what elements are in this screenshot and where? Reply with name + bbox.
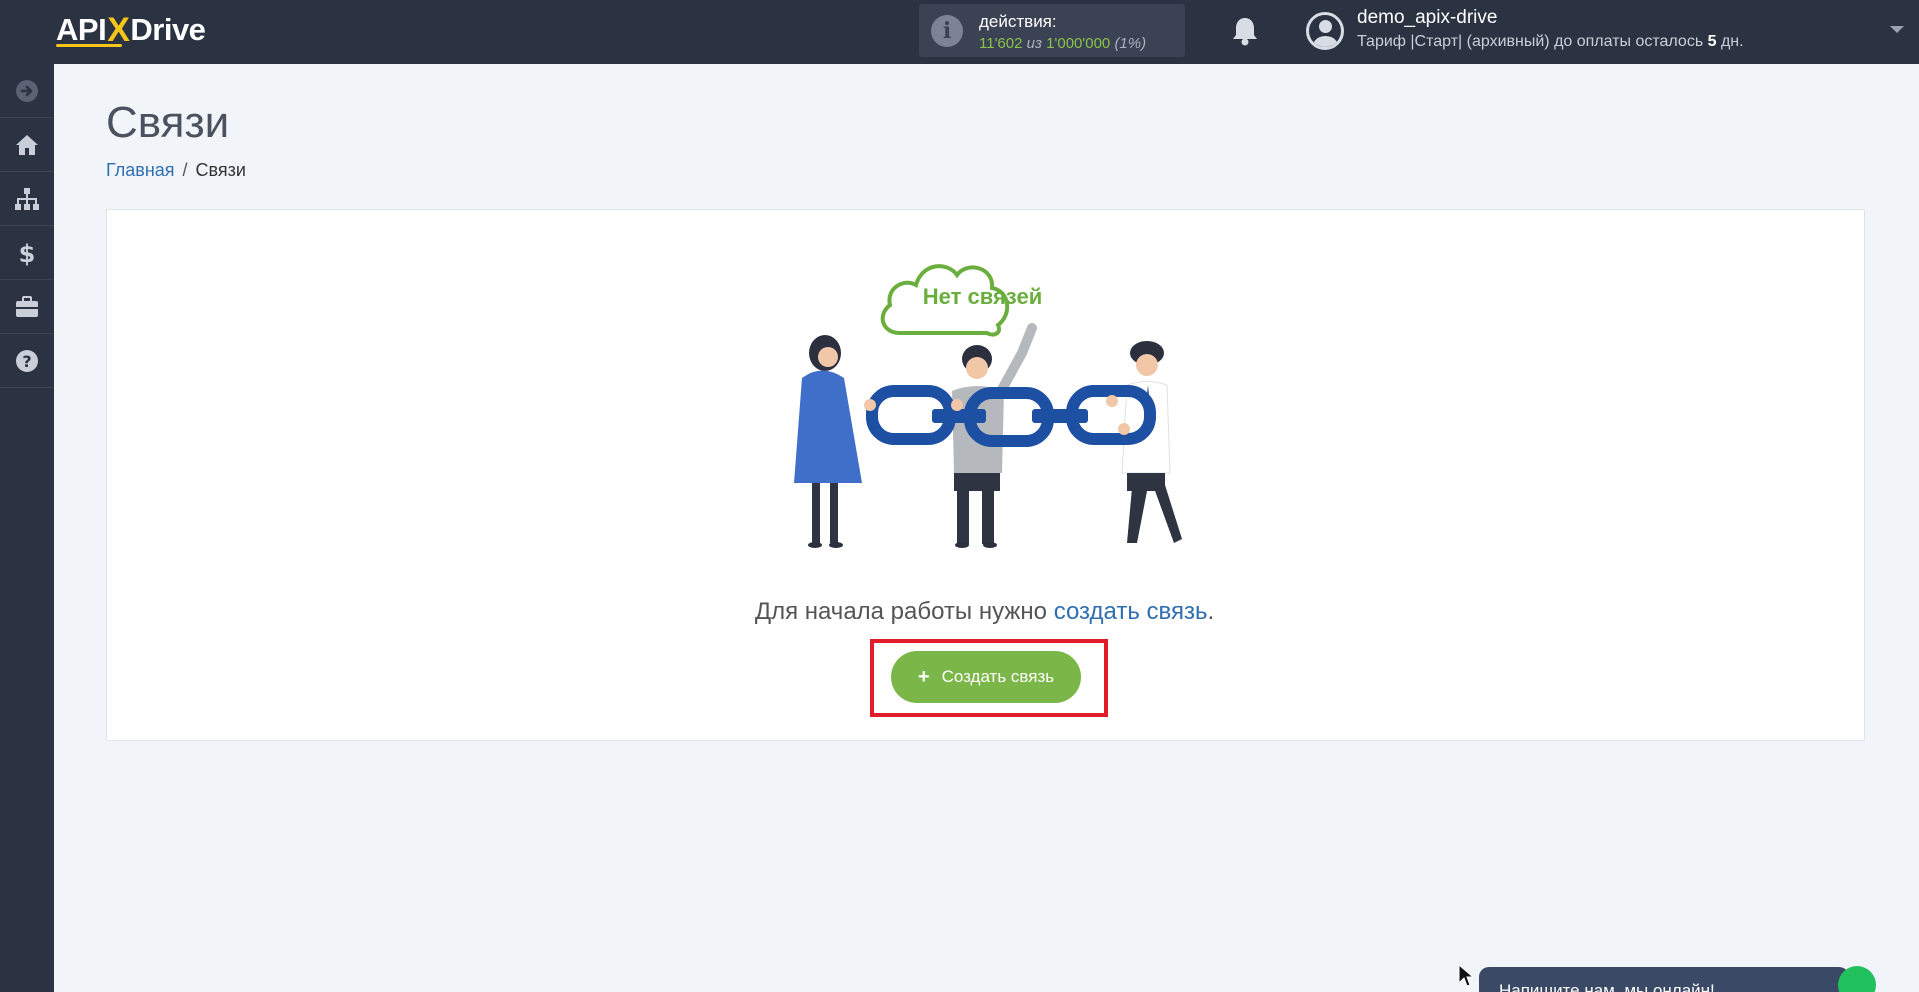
actions-percent: (1%) [1114,35,1147,52]
sidebar-item-services[interactable] [0,280,54,334]
plus-icon: + [917,665,930,688]
logo-suffix: Drive [130,12,206,47]
hint-period: . [1207,598,1215,625]
tariff-suffix: дн. [1720,33,1744,50]
bell-icon[interactable] [1231,16,1259,46]
breadcrumb: Главная / Связи [106,160,246,181]
arrow-right-circle-icon [16,79,38,102]
svg-text:?: ? [22,352,31,371]
create-connection-button[interactable]: + Создать связь [891,651,1081,703]
info-icon: i [931,15,963,47]
actions-separator: из [1026,35,1042,52]
breadcrumb-current: Связи [195,160,246,180]
actions-value: 11'602 из 1'000'000 (1%) [979,35,1146,52]
top-bar: API X Drive i действия: 11'602 из 1'000'00… [0,0,1919,64]
create-connection-button-label: Создать связь [941,667,1055,686]
chevron-down-icon[interactable] [1890,26,1904,33]
no-connections-cloud-label: Нет связей [922,284,1043,309]
home-icon [16,134,38,155]
logo-underline [56,44,122,47]
mouse-cursor-icon [1458,964,1474,987]
breadcrumb-separator: / [182,160,188,180]
page-title: Связи [106,98,230,147]
svg-text:$: $ [19,240,36,266]
sidebar-item-home[interactable] [0,118,54,172]
sidebar-item-connections[interactable] [0,172,54,226]
chat-widget-text: Напишите нам, мы онлайн! [1499,981,1715,992]
tariff-text: Тариф |Старт| (архивный) до оплаты остал… [1357,33,1704,50]
chat-widget[interactable]: Напишите нам, мы онлайн! [1479,967,1849,992]
people-chain-illustration [794,264,1182,548]
sitemap-icon [15,187,39,210]
actions-label: действия: [979,12,1057,31]
breadcrumb-home-link[interactable]: Главная [106,160,175,180]
sidebar: $ ? [0,64,54,992]
sidebar-item-help[interactable]: ? [0,334,54,388]
actions-total: 1'000'000 [1046,35,1111,52]
apix-drive-logo[interactable]: API X Drive [56,11,206,49]
user-avatar-icon[interactable] [1306,12,1344,50]
tariff-days: 5 [1707,33,1717,50]
actions-used: 11'602 [979,35,1023,52]
actions-counter[interactable]: i действия: 11'602 из 1'000'000 (1%) [919,4,1185,57]
sidebar-item-expand[interactable] [0,64,54,118]
logo-prefix: API [56,12,107,47]
create-connection-link[interactable]: создать связь [1054,598,1208,625]
dollar-icon: $ [19,240,36,266]
question-circle-icon: ? [16,349,38,372]
tariff-info: Тариф |Старт| (архивный) до оплаты остал… [1357,33,1744,51]
chat-online-icon[interactable] [1838,966,1876,992]
briefcase-icon [16,295,38,317]
hint-text: Для начала работы нужно [754,598,1048,625]
empty-state-hint: Для начала работы нужно создать связь. [0,598,1919,626]
sidebar-item-billing[interactable]: $ [0,226,54,280]
username[interactable]: demo_apix-drive [1357,7,1497,29]
